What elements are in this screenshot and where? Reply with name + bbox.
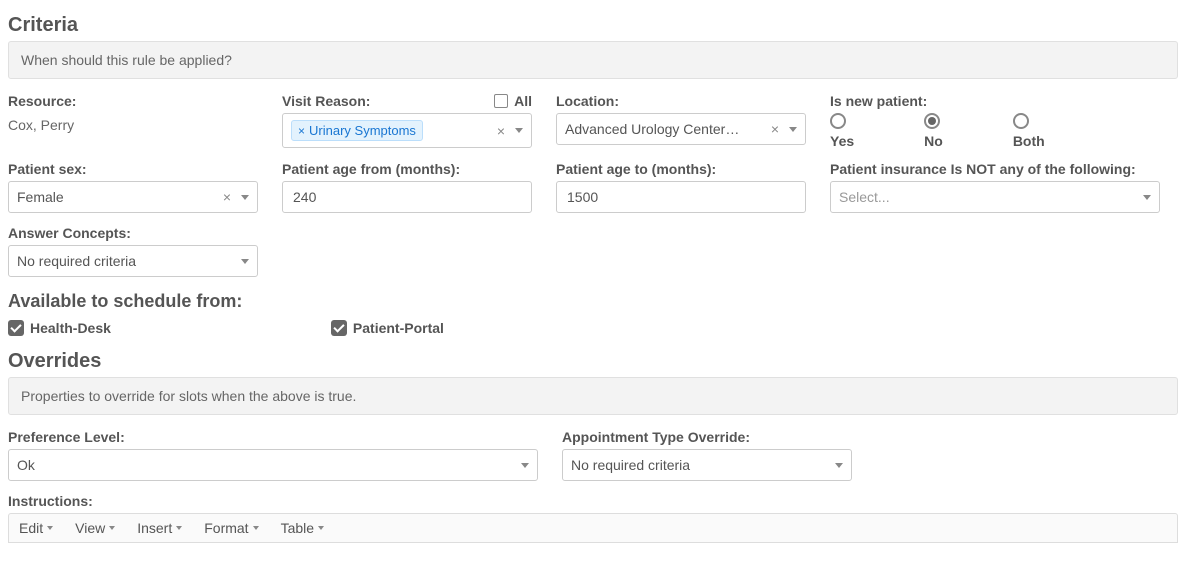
instructions-label: Instructions:: [8, 493, 1178, 509]
chevron-down-icon: [318, 526, 324, 530]
preference-value: Ok: [17, 457, 35, 473]
appt-type-label: Appointment Type Override:: [562, 429, 852, 445]
health-desk-checkbox[interactable]: [8, 320, 24, 336]
sex-select[interactable]: Female ×: [8, 181, 258, 213]
tb-format[interactable]: Format: [204, 520, 258, 536]
insurance-label: Patient insurance Is NOT any of the foll…: [830, 161, 1160, 177]
patient-portal-label: Patient-Portal: [353, 320, 444, 336]
radio-no-label: No: [924, 133, 943, 149]
clear-icon[interactable]: ×: [497, 123, 505, 139]
visit-reason-select[interactable]: × Urinary Symptoms ×: [282, 113, 532, 148]
sex-label: Patient sex:: [8, 161, 258, 177]
chevron-down-icon: [835, 463, 843, 468]
tb-insert[interactable]: Insert: [137, 520, 182, 536]
editor-toolbar: Edit View Insert Format Table: [8, 513, 1178, 543]
chevron-down-icon: [241, 195, 249, 200]
resource-label: Resource:: [8, 93, 258, 109]
location-label: Location:: [556, 93, 806, 109]
criteria-desc: When should this rule be applied?: [8, 41, 1178, 79]
answer-concepts-label: Answer Concepts:: [8, 225, 258, 241]
tb-view[interactable]: View: [75, 520, 115, 536]
patient-portal-checkbox[interactable]: [331, 320, 347, 336]
radio-yes[interactable]: [830, 113, 846, 129]
age-from-label: Patient age from (months):: [282, 161, 532, 177]
age-to-label: Patient age to (months):: [556, 161, 806, 177]
answer-concepts-select[interactable]: No required criteria: [8, 245, 258, 277]
visit-reason-tag[interactable]: × Urinary Symptoms: [291, 120, 423, 141]
radio-both-label: Both: [1013, 133, 1045, 149]
age-from-input[interactable]: [291, 188, 523, 206]
radio-yes-label: Yes: [830, 133, 854, 149]
radio-no[interactable]: [924, 113, 940, 129]
chevron-down-icon: [1143, 195, 1151, 200]
age-from-input-wrap: [282, 181, 532, 213]
chevron-down-icon: [789, 127, 797, 132]
resource-value: Cox, Perry: [8, 113, 258, 137]
age-to-input-wrap: [556, 181, 806, 213]
insurance-placeholder: Select...: [839, 189, 890, 205]
criteria-heading: Criteria: [8, 14, 1178, 37]
answer-concepts-value: No required criteria: [17, 253, 136, 269]
sex-value: Female: [17, 189, 64, 205]
all-checkbox-label: All: [514, 93, 532, 109]
preference-label: Preference Level:: [8, 429, 538, 445]
chevron-down-icon: [47, 526, 53, 530]
insurance-select[interactable]: Select...: [830, 181, 1160, 213]
chevron-down-icon: [253, 526, 259, 530]
clear-icon[interactable]: ×: [771, 121, 779, 137]
tb-edit[interactable]: Edit: [19, 520, 53, 536]
chevron-down-icon: [515, 128, 523, 133]
overrides-desc: Properties to override for slots when th…: [8, 377, 1178, 415]
appt-type-value: No required criteria: [571, 457, 690, 473]
chevron-down-icon: [109, 526, 115, 530]
appt-type-select[interactable]: No required criteria: [562, 449, 852, 481]
location-value: Advanced Urology Centers Of ...: [565, 121, 745, 137]
available-schedule-heading: Available to schedule from:: [8, 291, 1178, 312]
tag-label: Urinary Symptoms: [309, 123, 416, 138]
new-patient-label: Is new patient:: [830, 93, 1160, 109]
chevron-down-icon: [241, 259, 249, 264]
preference-select[interactable]: Ok: [8, 449, 538, 481]
age-to-input[interactable]: [565, 188, 797, 206]
chevron-down-icon: [176, 526, 182, 530]
chevron-down-icon: [521, 463, 529, 468]
visit-reason-label: Visit Reason:: [282, 93, 370, 109]
tb-table[interactable]: Table: [281, 520, 324, 536]
location-select[interactable]: Advanced Urology Centers Of ... ×: [556, 113, 806, 145]
overrides-heading: Overrides: [8, 350, 1178, 373]
clear-icon[interactable]: ×: [223, 189, 231, 205]
health-desk-label: Health-Desk: [30, 320, 111, 336]
radio-both[interactable]: [1013, 113, 1029, 129]
all-checkbox[interactable]: [494, 94, 508, 108]
tag-remove-icon[interactable]: ×: [298, 124, 305, 138]
